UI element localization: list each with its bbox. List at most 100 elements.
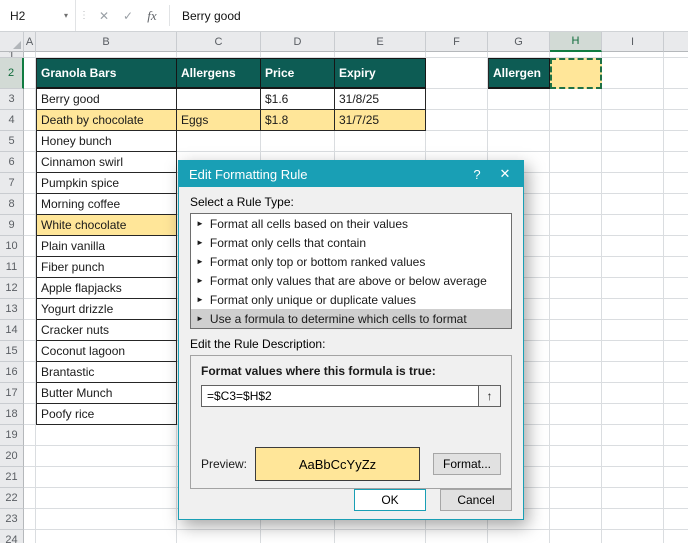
row-header-24[interactable]: 24 <box>0 530 24 543</box>
cell-E2[interactable]: Expiry <box>335 58 426 89</box>
cell-G4[interactable] <box>488 110 550 131</box>
column-header-F[interactable]: F <box>426 32 488 52</box>
cell-H12[interactable] <box>550 278 602 299</box>
cell-H4[interactable] <box>550 110 602 131</box>
cell-H8[interactable] <box>550 194 602 215</box>
row-header-5[interactable]: 5 <box>0 131 24 152</box>
cell-I3[interactable] <box>602 89 664 110</box>
cell-A3[interactable] <box>24 89 36 110</box>
cell-E24[interactable] <box>335 530 426 543</box>
help-icon[interactable]: ? <box>463 161 491 187</box>
cell-B4[interactable]: Death by chocolate <box>36 110 177 131</box>
cell-blank-24[interactable] <box>664 530 688 543</box>
cell-blank-17[interactable] <box>664 383 688 404</box>
row-header-7[interactable]: 7 <box>0 173 24 194</box>
cell-F4[interactable] <box>426 110 488 131</box>
select-all-corner[interactable] <box>0 32 24 52</box>
row-header-12[interactable]: 12 <box>0 278 24 299</box>
cell-D5[interactable] <box>261 131 335 152</box>
cell-C3[interactable] <box>177 89 261 110</box>
rule-type-item-5-selected[interactable]: ► Use a formula to determine which cells… <box>191 309 511 328</box>
ok-button[interactable]: OK <box>354 489 426 511</box>
cell-blank-3[interactable] <box>664 89 688 110</box>
cell-I12[interactable] <box>602 278 664 299</box>
cell-blank-12[interactable] <box>664 278 688 299</box>
row-header-6[interactable]: 6 <box>0 152 24 173</box>
cell-I6[interactable] <box>602 152 664 173</box>
cell-B6[interactable]: Cinnamon swirl <box>36 152 177 173</box>
cell-blank-19[interactable] <box>664 425 688 446</box>
cell-blank-5[interactable] <box>664 131 688 152</box>
cell-blank-20[interactable] <box>664 446 688 467</box>
cell-B10[interactable]: Plain vanilla <box>36 236 177 257</box>
cell-B2[interactable]: Granola Bars <box>36 58 177 89</box>
cell-H22[interactable] <box>550 488 602 509</box>
cell-I10[interactable] <box>602 236 664 257</box>
cell-H14[interactable] <box>550 320 602 341</box>
cell-B18[interactable]: Poofy rice <box>36 404 177 425</box>
row-header-10[interactable]: 10 <box>0 236 24 257</box>
column-header-G[interactable]: G <box>488 32 550 52</box>
row-header-13[interactable]: 13 <box>0 299 24 320</box>
cell-B11[interactable]: Fiber punch <box>36 257 177 278</box>
cell-I11[interactable] <box>602 257 664 278</box>
cell-D3[interactable]: $1.6 <box>261 89 335 110</box>
cell-G24[interactable] <box>488 530 550 543</box>
cell-A9[interactable] <box>24 215 36 236</box>
cell-blank-13[interactable] <box>664 299 688 320</box>
cell-blank-15[interactable] <box>664 341 688 362</box>
cell-I4[interactable] <box>602 110 664 131</box>
cell-B7[interactable]: Pumpkin spice <box>36 173 177 194</box>
formula-bar-content[interactable]: Berry good <box>175 9 688 23</box>
cell-H15[interactable] <box>550 341 602 362</box>
row-header-2[interactable]: 2 <box>0 58 24 89</box>
rule-type-item-3[interactable]: ► Format only values that are above or b… <box>191 271 511 290</box>
cell-I17[interactable] <box>602 383 664 404</box>
cell-D4[interactable]: $1.8 <box>261 110 335 131</box>
rule-type-item-4[interactable]: ► Format only unique or duplicate values <box>191 290 511 309</box>
cell-H18[interactable] <box>550 404 602 425</box>
row-header-18[interactable]: 18 <box>0 404 24 425</box>
cell-B14[interactable]: Cracker nuts <box>36 320 177 341</box>
name-box-caret-icon[interactable]: ▾ <box>64 11 68 20</box>
cell-I23[interactable] <box>602 509 664 530</box>
cell-B21[interactable] <box>36 467 177 488</box>
format-button[interactable]: Format... <box>433 453 501 475</box>
cancel-icon[interactable]: ✕ <box>92 0 116 31</box>
cell-blank-6[interactable] <box>664 152 688 173</box>
cell-blank-11[interactable] <box>664 257 688 278</box>
cell-A17[interactable] <box>24 383 36 404</box>
cell-blank-23[interactable] <box>664 509 688 530</box>
column-header-B[interactable]: B <box>36 32 177 52</box>
row-header-14[interactable]: 14 <box>0 320 24 341</box>
dialog-titlebar[interactable]: Edit Formatting Rule ? ✕ <box>179 161 523 187</box>
row-header-9[interactable]: 9 <box>0 215 24 236</box>
cell-B24[interactable] <box>36 530 177 543</box>
cell-A15[interactable] <box>24 341 36 362</box>
cell-I5[interactable] <box>602 131 664 152</box>
cell-F24[interactable] <box>426 530 488 543</box>
cell-F3[interactable] <box>426 89 488 110</box>
cell-B12[interactable]: Apple flapjacks <box>36 278 177 299</box>
cell-blank-18[interactable] <box>664 404 688 425</box>
cell-D24[interactable] <box>261 530 335 543</box>
column-header-D[interactable]: D <box>261 32 335 52</box>
cell-blank-10[interactable] <box>664 236 688 257</box>
cell-H20[interactable] <box>550 446 602 467</box>
cell-B20[interactable] <box>36 446 177 467</box>
cell-blank-14[interactable] <box>664 320 688 341</box>
insert-function-icon[interactable]: fx <box>140 0 164 31</box>
cell-H17[interactable] <box>550 383 602 404</box>
cell-I13[interactable] <box>602 299 664 320</box>
row-header-4[interactable]: 4 <box>0 110 24 131</box>
cell-H16[interactable] <box>550 362 602 383</box>
cell-H5[interactable] <box>550 131 602 152</box>
row-header-8[interactable]: 8 <box>0 194 24 215</box>
column-header-H[interactable]: H <box>550 32 602 52</box>
cell-I16[interactable] <box>602 362 664 383</box>
row-header-21[interactable]: 21 <box>0 467 24 488</box>
cell-A8[interactable] <box>24 194 36 215</box>
cell-A2[interactable] <box>24 58 36 89</box>
cell-F2[interactable] <box>426 58 488 89</box>
cell-B17[interactable]: Butter Munch <box>36 383 177 404</box>
